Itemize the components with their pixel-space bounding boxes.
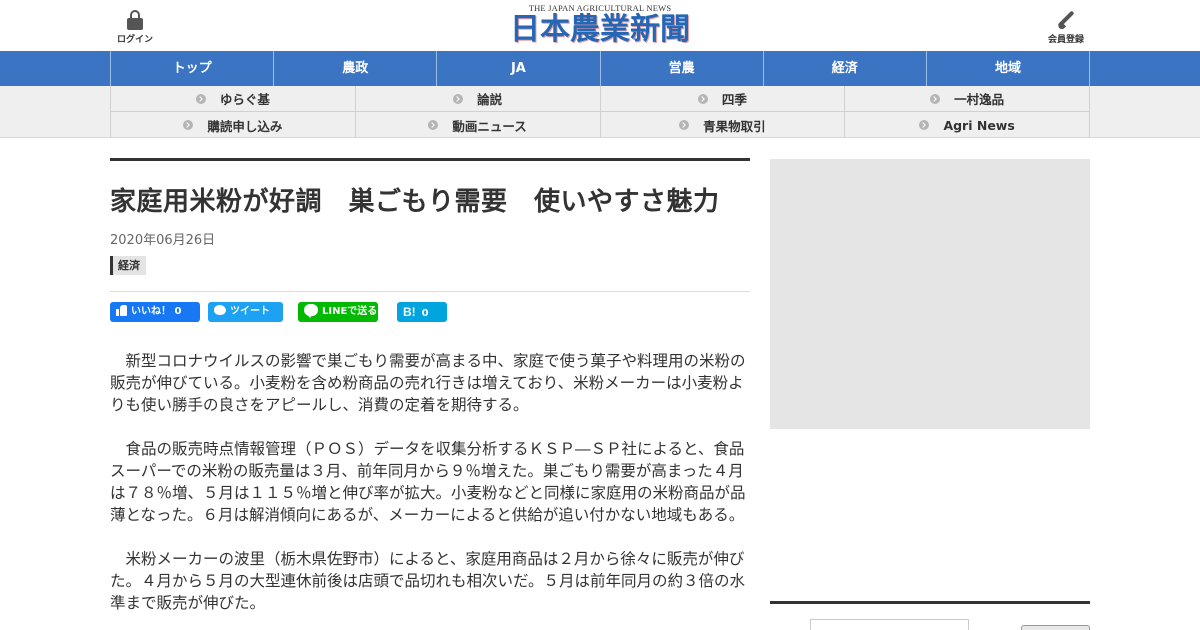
sidebar-rule	[770, 601, 1090, 604]
subnav-item-produce[interactable]: 青果物取引	[601, 112, 846, 138]
login-link[interactable]: ログイン	[113, 10, 157, 45]
article: 家庭用米粉が好調 巣ごもり需要 使いやすさ魅力 2020年06月26日 経済 い…	[110, 158, 750, 630]
twitter-bird-icon	[214, 305, 226, 315]
chevron-right-icon	[697, 93, 708, 104]
brush-icon	[1056, 10, 1076, 31]
subnav-item-isson[interactable]: 一村逸品	[845, 86, 1090, 112]
hatena-bookmark-button[interactable]: B! 0	[397, 302, 447, 322]
line-share-button[interactable]: LINEで送る	[298, 302, 378, 322]
chevron-right-icon	[919, 120, 930, 130]
chevron-right-icon	[183, 120, 194, 130]
sub-nav: ゆらぐ基 論説 四季 一村逸品 購読申し込み 動画ニュース 青果物取引 Agri…	[0, 86, 1200, 138]
site-logo[interactable]: THE JAPAN AGRICULTURAL NEWS 日本農業新聞	[505, 3, 695, 47]
article-title: 家庭用米粉が好調 巣ごもり需要 使いやすさ魅力	[110, 187, 720, 217]
share-buttons: いいね！ 0 ツイート LINEで送る B! 0	[110, 302, 750, 322]
chevron-right-icon	[195, 93, 206, 104]
article-date: 2020年06月26日	[110, 233, 216, 248]
main-nav: トップ 農政 JA 営農 経済 地域	[0, 51, 1200, 86]
site-header: ログイン THE JAPAN AGRICULTURAL NEWS 日本農業新聞 …	[0, 0, 1200, 51]
facebook-like-button[interactable]: いいね！ 0	[110, 302, 200, 322]
thumbs-up-icon	[116, 304, 127, 316]
chevron-right-icon	[679, 120, 690, 130]
nav-item-region[interactable]: 地域	[927, 51, 1091, 86]
subnav-item-editorial[interactable]: 論説	[355, 86, 601, 112]
article-paragraph: 食品の販売時点情報管理（ＰＯＳ）データを収集分析するＫＳＰ―ＳＰ社によると、食品…	[110, 440, 746, 524]
divider	[110, 291, 750, 292]
chevron-right-icon	[428, 120, 439, 130]
chevron-right-icon	[453, 93, 464, 104]
hatena-icon: B!	[403, 305, 416, 319]
nav-item-politics[interactable]: 農政	[274, 51, 438, 86]
register-label: 会員登録	[1047, 35, 1084, 45]
lock-icon	[127, 10, 143, 30]
subnav-item-subscribe[interactable]: 購読申し込み	[111, 112, 356, 138]
register-link[interactable]: 会員登録	[1044, 10, 1088, 45]
subnav-item-shiki[interactable]: 四季	[600, 86, 846, 112]
article-body: 新型コロナウイルスの影響で巣ごもり需要が高まる中、家庭で使う菓子や料理用の米粉の…	[110, 350, 750, 614]
article-paragraph: 新型コロナウイルスの影響で巣ごもり需要が高まる中、家庭で使う菓子や料理用の米粉の…	[110, 352, 746, 414]
nav-item-economy[interactable]: 経済	[764, 51, 927, 86]
article-paragraph: 米粉メーカーの波里（栃木県佐野市）によると、家庭用商品は２月から徐々に販売が伸び…	[110, 550, 746, 612]
subnav-item-agri-news[interactable]: Agri News	[845, 112, 1090, 138]
sidebar-search-input[interactable]	[810, 619, 969, 630]
subnav-item-yuragu[interactable]: ゆらぐ基	[111, 86, 356, 112]
nav-item-ja[interactable]: JA	[437, 51, 601, 86]
line-icon	[304, 304, 318, 318]
nav-item-top[interactable]: トップ	[111, 51, 275, 86]
login-label: ログイン	[116, 35, 153, 45]
chevron-right-icon	[930, 93, 941, 104]
nav-item-farming[interactable]: 営農	[601, 51, 764, 86]
article-top-rule	[110, 158, 750, 161]
ad-placeholder[interactable]	[770, 159, 1090, 429]
sidebar-search-button[interactable]	[1021, 625, 1090, 630]
subnav-item-video[interactable]: 動画ニュース	[356, 112, 601, 138]
tweet-button[interactable]: ツイート	[208, 302, 283, 322]
category-tag[interactable]: 経済	[110, 256, 146, 275]
logo-japanese: 日本農業新聞	[510, 12, 690, 47]
